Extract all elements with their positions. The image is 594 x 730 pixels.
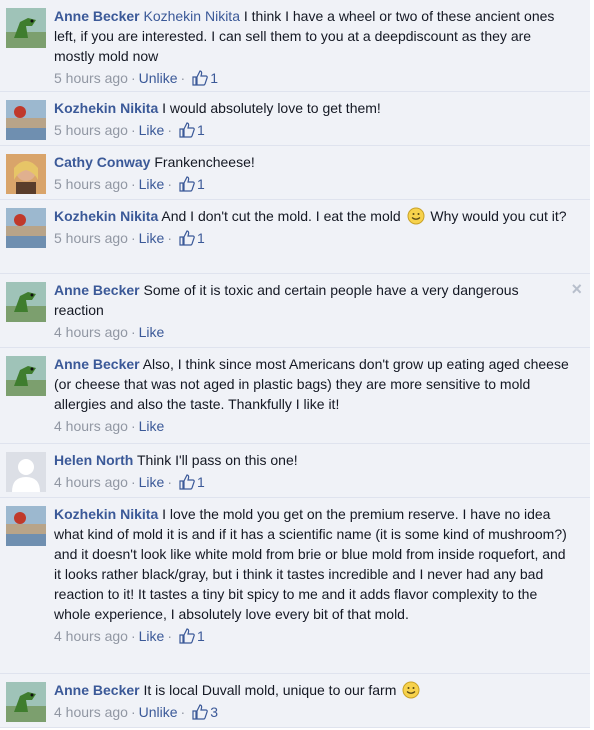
comment-body: Anne Becker Also, I think since most Ame… (54, 354, 570, 414)
comment-body: Anne Becker Some of it is toxic and cert… (54, 280, 570, 320)
comment: Anne Becker Also, I think since most Ame… (0, 348, 590, 444)
avatar[interactable] (6, 8, 46, 48)
timestamp[interactable]: 5 hours ago (54, 70, 128, 86)
like-link[interactable]: Like (139, 418, 165, 434)
comment-body: Kozhekin Nikita I would absolutely love … (54, 98, 570, 118)
mention-link[interactable]: Kozhekin Nikita (143, 8, 240, 24)
comment-meta: 4 hours ago · Like (54, 324, 165, 340)
comment-author[interactable]: Anne Becker (54, 682, 140, 698)
comment-meta: 4 hours ago · Like (54, 418, 165, 434)
like-link[interactable]: Like (139, 122, 165, 138)
comment: Kozhekin Nikita And I don't cut the mold… (0, 200, 590, 274)
timestamp[interactable]: 5 hours ago (54, 230, 128, 246)
comment-author[interactable]: Anne Becker (54, 356, 140, 372)
comment-author[interactable]: Cathy Conway (54, 154, 150, 170)
thumbs-up-icon[interactable] (179, 628, 195, 644)
comment-meta: 4 hours ago · Like · 1 (54, 628, 205, 644)
like-link[interactable]: Like (139, 176, 165, 192)
timestamp[interactable]: 4 hours ago (54, 704, 128, 720)
like-count[interactable]: 1 (197, 474, 205, 490)
timestamp[interactable]: 5 hours ago (54, 122, 128, 138)
thumbs-up-icon[interactable] (179, 122, 195, 138)
comment-body: Helen North Think I'll pass on this one! (54, 450, 570, 470)
like-link[interactable]: Like (139, 230, 165, 246)
like-count[interactable]: 1 (210, 70, 218, 86)
unlike-link[interactable]: Unlike (139, 704, 178, 720)
comment-text: And I don't cut the mold. I eat the mold (161, 208, 401, 224)
comment-text: It is local Duvall mold, unique to our f… (143, 682, 397, 698)
unlike-link[interactable]: Unlike (139, 70, 178, 86)
comment-text: I love the mold you get on the premium r… (54, 506, 567, 622)
comment-thread: Anne Becker Kozhekin Nikita I think I ha… (0, 0, 590, 728)
comment-text-continued: Why would you cut it? (426, 208, 567, 224)
like-link[interactable]: Like (139, 474, 165, 490)
comment: Cathy Conway Frankencheese! 5 hours ago ·… (0, 146, 590, 200)
comment-author[interactable]: Kozhekin Nikita (54, 100, 158, 116)
avatar[interactable] (6, 208, 46, 248)
avatar[interactable] (6, 682, 46, 722)
like-count[interactable]: 1 (197, 122, 205, 138)
avatar[interactable] (6, 452, 46, 492)
comment: Anne Becker Kozhekin Nikita I think I ha… (0, 0, 590, 92)
avatar[interactable] (6, 154, 46, 194)
comment: Anne Becker It is local Duvall mold, uni… (0, 674, 590, 728)
comment-body: Kozhekin Nikita I love the mold you get … (54, 504, 570, 624)
comment-text: Think I'll pass on this one! (136, 452, 298, 468)
close-icon[interactable]: × (571, 280, 582, 298)
comment-author[interactable]: Helen North (54, 452, 133, 468)
thumbs-up-icon[interactable] (179, 176, 195, 192)
comment-meta: 5 hours ago · Like · 1 (54, 176, 205, 192)
comment-author[interactable]: Kozhekin Nikita (54, 506, 158, 522)
like-count[interactable]: 3 (210, 704, 218, 720)
comment-author[interactable]: Kozhekin Nikita (54, 208, 158, 224)
thumbs-up-icon[interactable] (192, 70, 208, 86)
timestamp[interactable]: 4 hours ago (54, 628, 128, 644)
comment-body: Cathy Conway Frankencheese! (54, 152, 570, 172)
comment-text: I would absolutely love to get them! (162, 100, 381, 116)
comment: Kozhekin Nikita I would absolutely love … (0, 92, 590, 146)
comment-body: Anne Becker Kozhekin Nikita I think I ha… (54, 6, 570, 66)
comment-meta: 5 hours ago · Like · 1 (54, 122, 205, 138)
comment-meta: 5 hours ago · Like · 1 (54, 230, 205, 246)
comment-meta: 4 hours ago · Like · 1 (54, 474, 205, 490)
like-count[interactable]: 1 (197, 176, 205, 192)
timestamp[interactable]: 5 hours ago (54, 176, 128, 192)
comment-author[interactable]: Anne Becker (54, 8, 140, 24)
like-link[interactable]: Like (139, 628, 165, 644)
comment-meta: 4 hours ago · Unlike · 3 (54, 704, 218, 720)
avatar[interactable] (6, 506, 46, 546)
like-count[interactable]: 1 (197, 628, 205, 644)
comment-body: Kozhekin Nikita And I don't cut the mold… (54, 206, 570, 226)
comment-text: Frankencheese! (154, 154, 255, 170)
thumbs-up-icon[interactable] (179, 230, 195, 246)
thumbs-up-icon[interactable] (179, 474, 195, 490)
timestamp[interactable]: 4 hours ago (54, 418, 128, 434)
comment-meta: 5 hours ago · Unlike · 1 (54, 70, 218, 86)
thumbs-up-icon[interactable] (192, 704, 208, 720)
like-link[interactable]: Like (139, 324, 165, 340)
avatar[interactable] (6, 282, 46, 322)
avatar[interactable] (6, 100, 46, 140)
comment-author[interactable]: Anne Becker (54, 282, 140, 298)
comment: Kozhekin Nikita I love the mold you get … (0, 498, 590, 674)
like-count[interactable]: 1 (197, 230, 205, 246)
comment: × Anne Becker Some of it is toxic and ce… (0, 274, 590, 348)
avatar[interactable] (6, 356, 46, 396)
timestamp[interactable]: 4 hours ago (54, 474, 128, 490)
timestamp[interactable]: 4 hours ago (54, 324, 128, 340)
smiley-emoji-icon (402, 681, 420, 699)
comment: Helen North Think I'll pass on this one!… (0, 444, 590, 498)
smiley-emoji-icon (407, 207, 425, 225)
comment-body: Anne Becker It is local Duvall mold, uni… (54, 680, 570, 700)
